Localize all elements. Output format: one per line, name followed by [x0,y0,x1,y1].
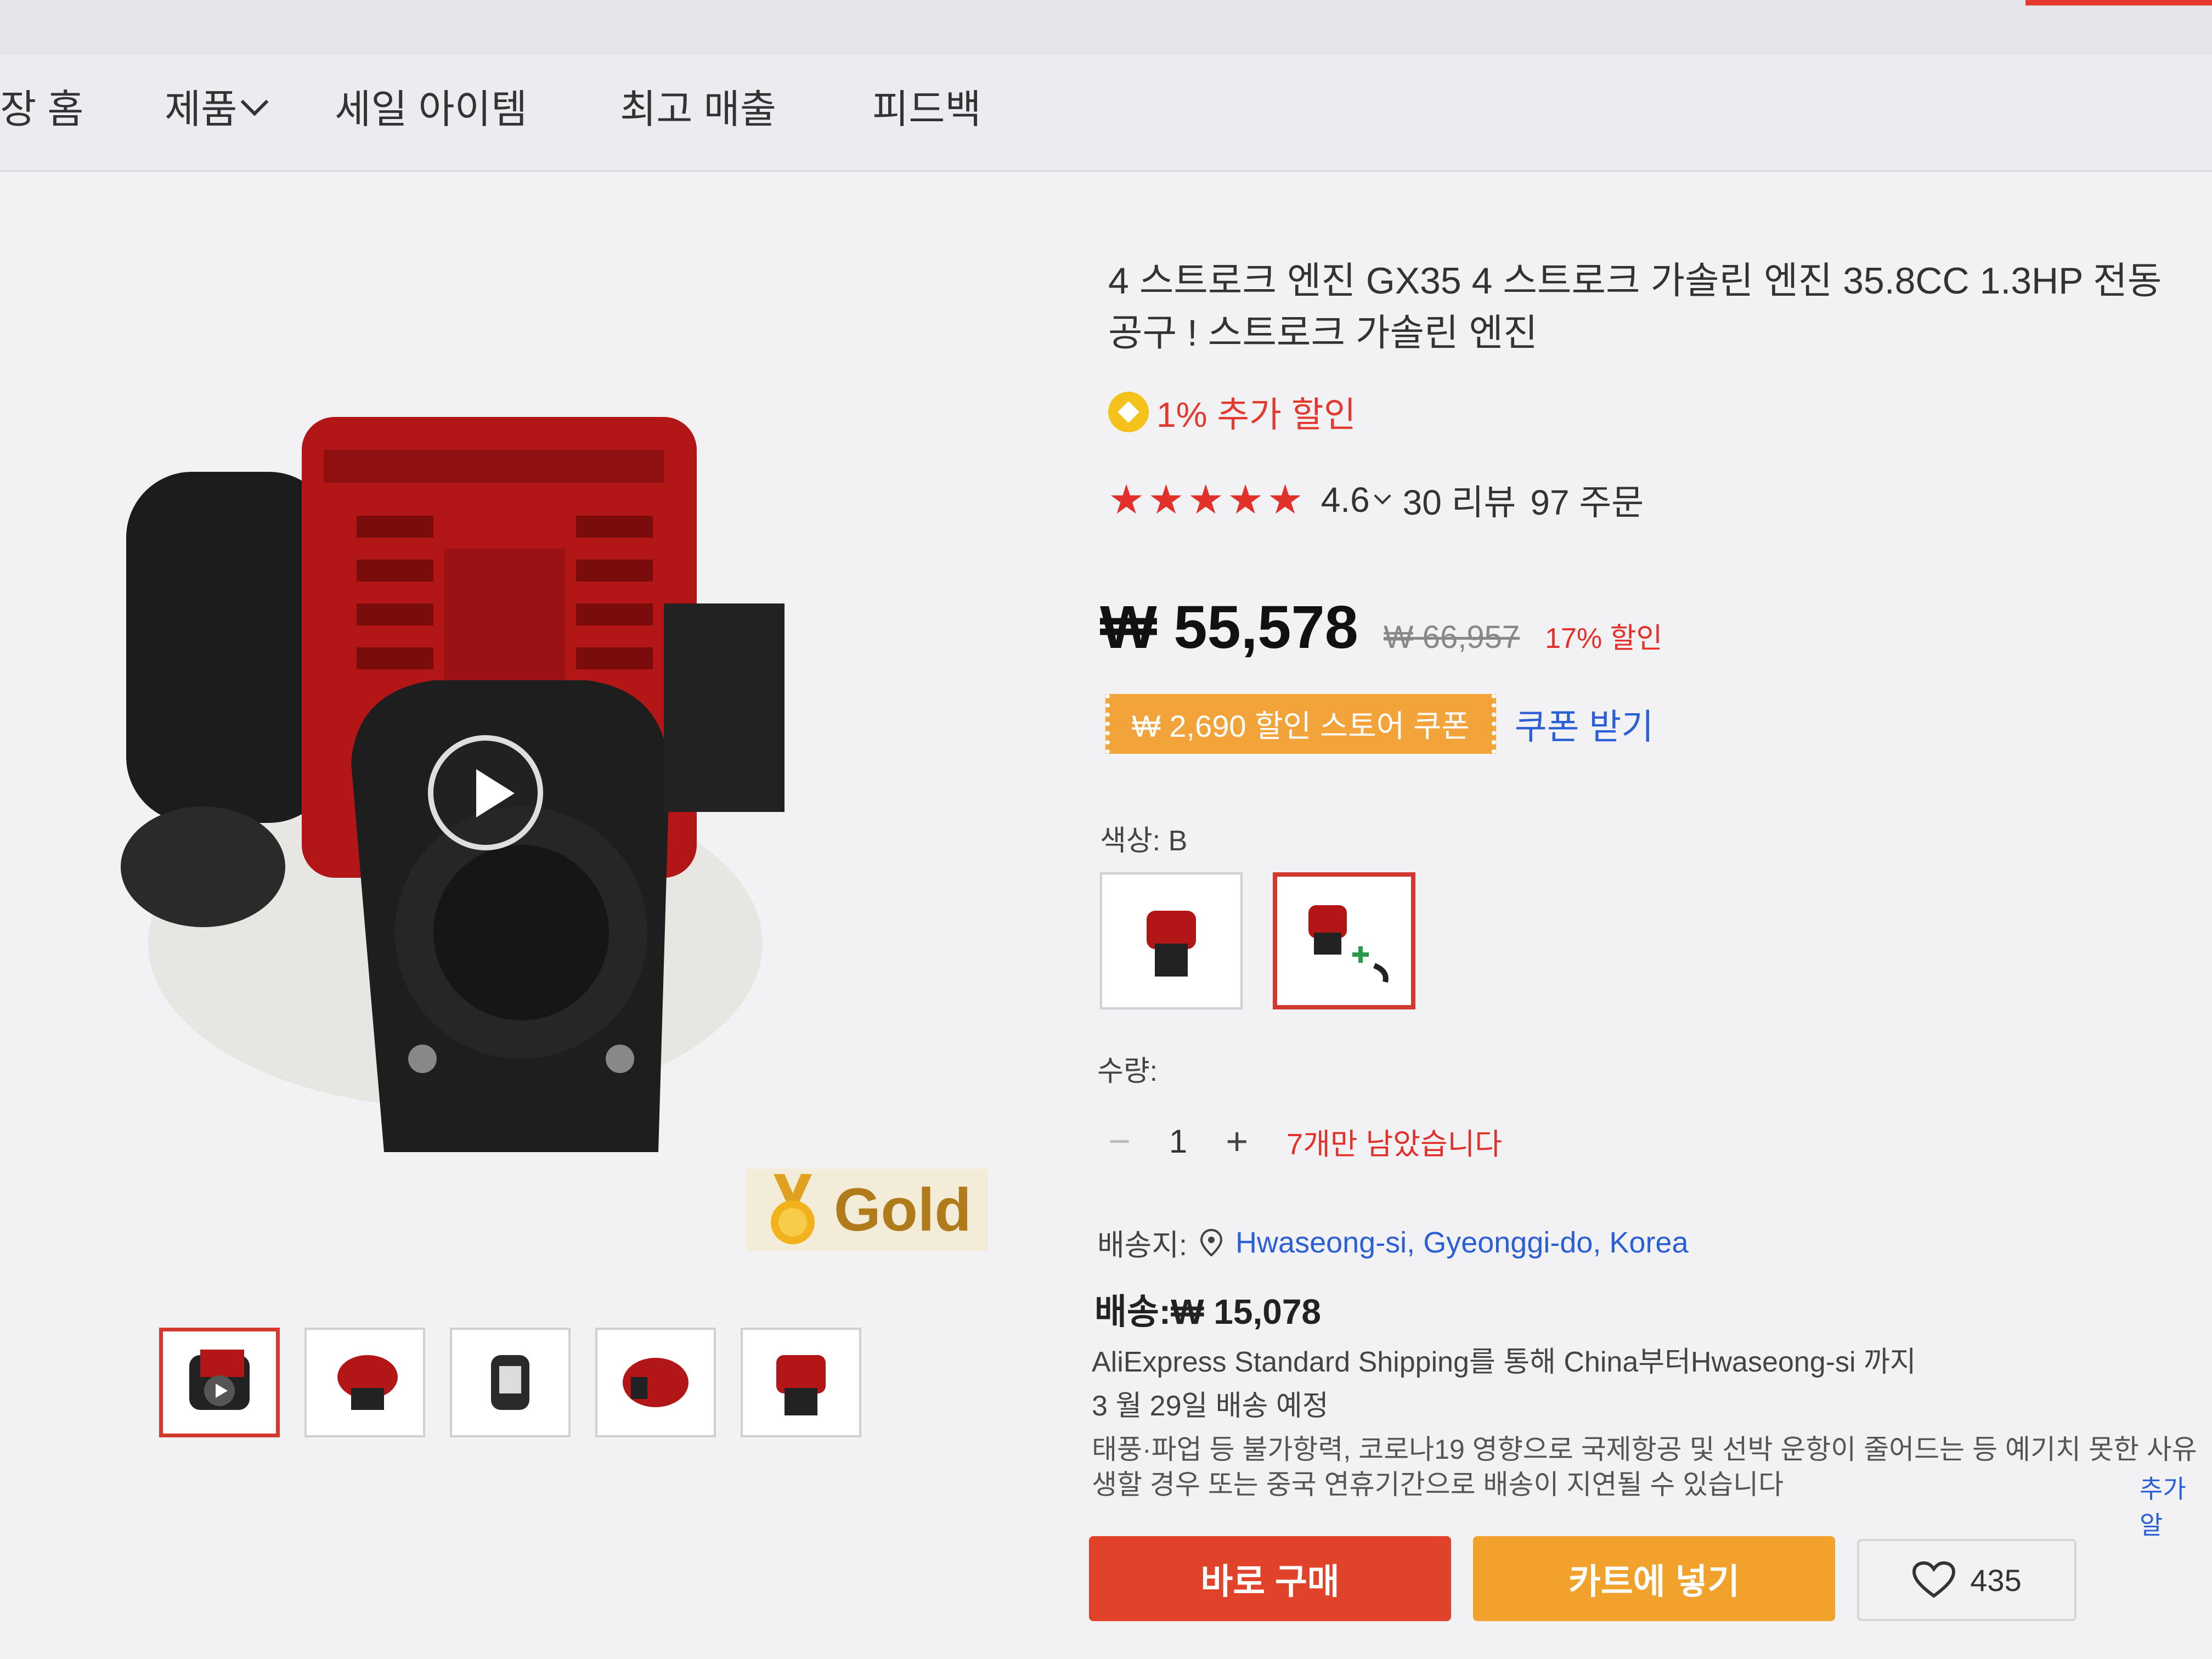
buy-now-button[interactable]: 바로 구매 [1089,1536,1451,1621]
rating-value[interactable]: 4.6 [1321,479,1370,520]
discount-badge: 17% 할인 [1545,623,1663,654]
ship-to-location[interactable]: Hwaseong-si, Gyeonggi-do, Korea [1235,1226,1688,1260]
thumbnail-image[interactable] [304,1328,425,1437]
swatch-image [1147,911,1196,977]
nav-label: 세일 아이템 [335,88,528,132]
nav-sale-items[interactable]: 세일 아이템 [335,77,527,134]
rating-row: ★★★★★ 4.6 30 리뷰 97 주문 [1108,475,1644,525]
thumb-image [491,1355,529,1410]
quantity-increase-button[interactable]: + [1226,1119,1248,1163]
gold-badge: Gold [746,1169,988,1251]
ship-to-label: 배송지: [1097,1229,1188,1262]
shipping-notice: 태풍·파업 등 불가항력, 코로나19 영향으로 국제항공 및 선박 운항이 줄… [1092,1432,2205,1502]
quantity-value[interactable]: 1 [1169,1122,1187,1160]
notice-line: 생할 경우 또는 중국 연휴기간으로 배송이 지연될 수 있습니다 [1092,1469,1784,1500]
shipping-cost: 배송:₩ 15,078 [1094,1292,1322,1331]
thumb-image [337,1355,398,1410]
wishlist-button[interactable]: 435 [1857,1539,2076,1621]
nav-products[interactable]: 제품 [165,77,269,134]
chevron-down-icon [241,88,269,116]
color-label: 색상: B [1100,825,1188,857]
nav-feedback[interactable]: 피드백 [872,77,981,134]
thumbnail-image[interactable] [595,1328,716,1437]
color-option-b[interactable] [1273,872,1415,1009]
gold-label: Gold [834,1176,972,1244]
stock-notice: 7개만 남았습니다 [1286,1127,1502,1161]
nav-label: 제품 [165,88,238,132]
notice-more-link[interactable]: 추가 알 [2140,1469,2212,1542]
nav-store-home[interactable]: 장 홈 [0,77,83,134]
chevron-down-icon[interactable] [1374,487,1391,505]
heart-icon [1912,1561,1956,1598]
review-count[interactable]: 30 리뷰 [1403,475,1516,525]
current-price: ₩ 55,578 [1100,594,1358,661]
star-rating-icon: ★★★★★ [1108,477,1307,522]
coin-icon [1108,392,1149,432]
play-video-button[interactable] [428,735,543,850]
thumb-image [189,1350,250,1410]
extra-discount-label: 1% 추가 할인 [1156,395,1356,435]
wishlist-count: 435 [1970,1562,2022,1598]
thumb-image [776,1355,826,1415]
quantity-label: 수량: [1097,1056,1158,1087]
accent-line [2025,0,2212,5]
price-row: ₩ 55,578 ₩ 66,957 17% 할인 [1100,592,1662,662]
thumbnail-image[interactable] [741,1328,861,1437]
original-price: ₩ 66,957 [1383,619,1520,655]
store-coupon: ₩ 2,690 할인 스토어 쿠폰 [1105,694,1496,754]
top-strip [0,0,2212,57]
order-count: 97 주문 [1530,483,1644,522]
add-to-cart-button[interactable]: 카트에 넣기 [1473,1536,1835,1621]
store-nav: 장 홈 제품 세일 아이템 최고 매출 피드백 [0,55,2212,172]
thumbnail-video[interactable] [159,1328,280,1437]
product-title: 4 스트로크 엔진 GX35 4 스트로크 가솔린 엔진 35.8CC 1.3H… [1108,260,2162,354]
thumb-image [623,1358,689,1407]
nav-top-selling[interactable]: 최고 매출 [620,77,776,134]
notice-line: 태풍·파업 등 불가항력, 코로나19 영향으로 국제항공 및 선박 운항이 줄… [1092,1434,2197,1465]
shipping-method: AliExpress Standard Shipping를 통해 China부터… [1092,1346,1916,1378]
nav-label: 피드백 [872,88,981,132]
color-option-a[interactable] [1100,872,1243,1009]
ship-to-row: 배송지: Hwaseong-si, Gyeonggi-do, Korea [1097,1221,1689,1264]
quantity-decrease-button[interactable]: − [1108,1119,1131,1163]
coupon-row: ₩ 2,690 할인 스토어 쿠폰 쿠폰 받기 [1105,694,1654,754]
swatch-image [1308,905,1389,983]
color-options [1100,872,1415,1009]
nav-label: 최고 매출 [620,88,776,132]
delivery-estimate: 3 월 29일 배송 예정 [1092,1390,1329,1422]
thumbnail-image[interactable] [450,1328,571,1437]
location-pin-icon [1200,1228,1223,1256]
medal-icon [771,1174,815,1244]
quantity-stepper: − 1 + 7개만 남았습니다 [1108,1119,1502,1163]
nav-label: 장 홈 [0,88,84,132]
thumbnail-strip [159,1328,861,1437]
get-coupon-link[interactable]: 쿠폰 받기 [1515,699,1654,749]
extra-discount: 1% 추가 할인 [1108,387,1356,437]
